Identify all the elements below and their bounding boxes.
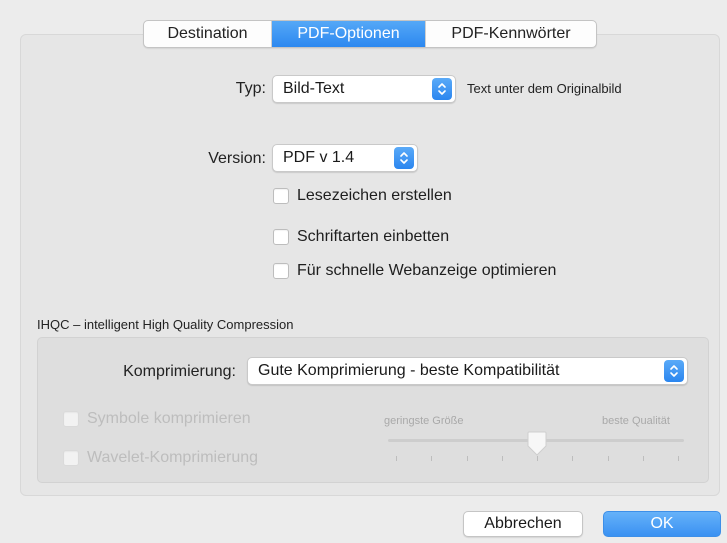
- version-value: PDF v 1.4: [283, 149, 355, 166]
- slider-tick: [467, 456, 468, 461]
- checkbox-web-optimize[interactable]: Für schnelle Webanzeige optimieren: [273, 262, 556, 280]
- slider-min-label: geringste Größe: [384, 415, 464, 427]
- checkbox-embed-fonts[interactable]: Schriftarten einbetten: [273, 228, 449, 246]
- checkbox-label: Symbole komprimieren: [87, 410, 251, 427]
- slider-tick: [396, 456, 397, 461]
- tab-pdf-options[interactable]: PDF-Optionen: [272, 21, 426, 47]
- checkbox-box[interactable]: [63, 450, 79, 466]
- typ-hint: Text unter dem Originalbild: [467, 81, 622, 96]
- ihqc-section-title: IHQC – intelligent High Quality Compress…: [37, 317, 294, 332]
- checkbox-wavelet[interactable]: Wavelet-Komprimierung: [63, 449, 258, 467]
- checkbox-box[interactable]: [273, 188, 289, 204]
- checkbox-label: Wavelet-Komprimierung: [87, 449, 259, 466]
- slider-tick: [608, 456, 609, 461]
- version-label: Version:: [208, 150, 266, 167]
- typ-value: Bild-Text: [283, 80, 345, 97]
- checkbox-label: Für schnelle Webanzeige optimieren: [297, 262, 557, 279]
- checkbox-box[interactable]: [63, 411, 79, 427]
- tab-bar: Destination PDF-Optionen PDF-Kennwörter: [143, 20, 597, 48]
- checkbox-box[interactable]: [273, 263, 289, 279]
- ok-button[interactable]: OK: [603, 511, 721, 537]
- slider-tick: [643, 456, 644, 461]
- typ-popup[interactable]: Bild-Text: [272, 75, 456, 103]
- compression-label: Komprimierung:: [123, 363, 236, 380]
- checkbox-label: Schriftarten einbetten: [297, 228, 450, 245]
- slider-tick: [431, 456, 432, 461]
- cancel-button[interactable]: Abbrechen: [463, 511, 583, 537]
- version-popup[interactable]: PDF v 1.4: [272, 144, 418, 172]
- typ-label: Typ:: [235, 80, 266, 97]
- checkbox-bookmarks[interactable]: Lesezeichen erstellen: [273, 187, 452, 205]
- tab-destination[interactable]: Destination: [144, 21, 272, 47]
- checkbox-compress-symbols[interactable]: Symbole komprimieren: [63, 410, 251, 428]
- updown-chevron-icon: [394, 147, 414, 169]
- tab-pdf-passwords[interactable]: PDF-Kennwörter: [426, 21, 596, 47]
- compression-popup[interactable]: Gute Komprimierung - beste Kompatibilitä…: [247, 357, 688, 385]
- compression-value: Gute Komprimierung - beste Kompatibilitä…: [258, 362, 560, 379]
- slider-tick: [502, 456, 503, 461]
- quality-slider-thumb[interactable]: [526, 431, 548, 457]
- slider-max-label: beste Qualität: [602, 415, 670, 427]
- slider-tick: [678, 456, 679, 461]
- updown-chevron-icon: [664, 360, 684, 382]
- checkbox-label: Lesezeichen erstellen: [297, 187, 452, 204]
- checkbox-box[interactable]: [273, 229, 289, 245]
- updown-chevron-icon: [432, 78, 452, 100]
- slider-tick: [572, 456, 573, 461]
